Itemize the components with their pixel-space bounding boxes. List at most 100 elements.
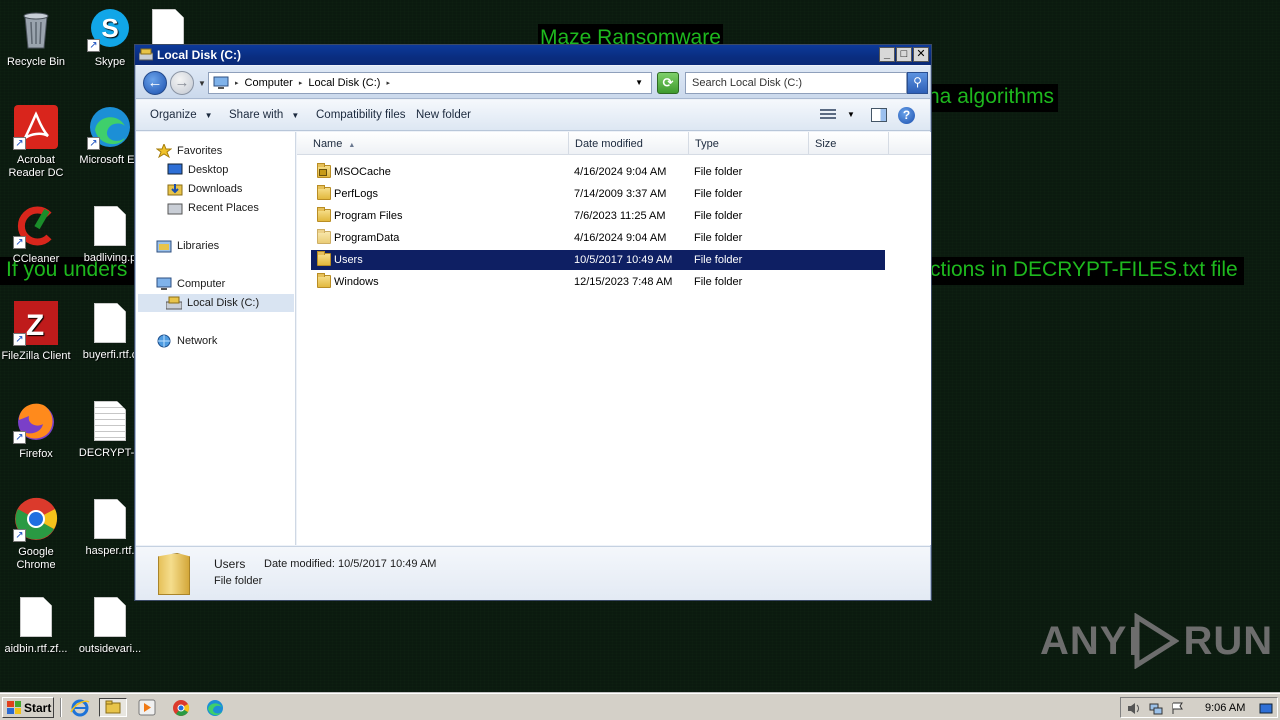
back-button[interactable]: ← (143, 71, 167, 95)
document-icon (94, 499, 126, 539)
breadcrumb-local-disk[interactable]: Local Disk (C:) (308, 77, 380, 89)
desktop-icon-outsidevari[interactable]: outsidevari... (72, 594, 148, 656)
document-icon (94, 597, 126, 637)
desktop-icon-document[interactable] (148, 6, 188, 49)
media-player-icon[interactable] (137, 698, 157, 717)
libraries-icon (156, 239, 172, 253)
action-center-flag-icon[interactable] (1171, 702, 1185, 715)
desktop-icon-recycle-bin[interactable]: Recycle Bin (0, 6, 74, 69)
edge-icon[interactable] (205, 698, 225, 717)
column-header-name[interactable]: Name ▲ (297, 132, 569, 155)
chevron-down-icon[interactable]: ▼ (847, 110, 855, 119)
change-view-icon[interactable] (818, 107, 838, 123)
column-header-label: Name (313, 138, 343, 150)
nav-favorites[interactable]: Favorites (155, 142, 222, 160)
recent-pages-dropdown-icon[interactable]: ▼ (198, 79, 206, 88)
desktop-icon-label: Acrobat Reader DC (8, 154, 64, 179)
anyrun-watermark: ANY RUN (1040, 612, 1273, 670)
breadcrumb-arrow-icon[interactable]: ▸ (386, 79, 390, 87)
nav-label: Network (177, 335, 218, 347)
nav-desktop[interactable]: Desktop (167, 161, 228, 179)
nav-computer[interactable]: Computer (156, 275, 225, 293)
document-icon (152, 9, 184, 49)
table-row[interactable]: ProgramData 4/16/2024 9:04 AM File folde… (311, 228, 885, 248)
nav-network[interactable]: Network (156, 332, 217, 350)
organize-label: Organize (150, 109, 197, 121)
table-row[interactable]: MSOCache 4/16/2024 9:04 AM File folder (311, 162, 885, 182)
desktop-icon-aidbin[interactable]: aidbin.rtf.zf... (0, 594, 74, 656)
computer-icon (156, 277, 172, 291)
watermark-text-right: RUN (1183, 618, 1274, 663)
file-date: 7/6/2023 11:25 AM (574, 210, 666, 222)
details-pane: Users Date modified: 10/5/2017 10:49 AM … (136, 546, 930, 600)
minimize-button[interactable]: _ (879, 47, 895, 62)
sort-ascending-icon: ▲ (348, 142, 356, 149)
new-folder-button[interactable]: New folder (416, 109, 471, 121)
refresh-button[interactable]: ⟳ (657, 72, 679, 94)
nav-downloads[interactable]: Downloads (167, 180, 242, 198)
computer-icon (213, 76, 229, 90)
table-row[interactable]: PerfLogs 7/14/2009 3:37 AM File folder (311, 184, 885, 204)
column-header-size[interactable]: Size (809, 132, 889, 155)
file-name: PerfLogs (334, 188, 379, 200)
internet-explorer-icon[interactable] (70, 698, 90, 717)
folder-icon (317, 185, 331, 200)
share-with-button[interactable]: Share with ▼ (229, 109, 299, 121)
shortcut-arrow-icon: ↗ (13, 236, 26, 249)
desktop-icon-filezilla[interactable]: Z ↗ FileZilla Client (0, 300, 74, 363)
taskbar-clock[interactable]: 9:06 AM (1205, 702, 1245, 714)
recycle-bin-icon (13, 6, 59, 52)
network-status-icon[interactable] (1149, 702, 1163, 715)
preview-pane-icon[interactable] (871, 108, 887, 122)
downloads-icon (167, 182, 183, 196)
show-desktop-icon[interactable] (1259, 702, 1273, 715)
file-date: 12/15/2023 7:48 AM (574, 276, 673, 288)
wallpaper-text-line2-right: ctions in DECRYPT-FILES.txt file (924, 257, 1244, 285)
shortcut-arrow-icon: ↗ (13, 137, 26, 150)
breadcrumb-arrow-icon[interactable]: ▸ (235, 79, 239, 87)
search-icon[interactable]: ⚲ (907, 72, 928, 94)
address-bar-area: ← → ▼ ▸ Computer ▸ Local Disk (C:) ▸ ▼ ⟳… (136, 66, 930, 99)
nav-local-disk[interactable]: Local Disk (C:) (138, 294, 294, 312)
start-button[interactable]: Start (2, 697, 54, 718)
compatibility-files-button[interactable]: Compatibility files (316, 109, 405, 121)
forward-button[interactable]: → (170, 71, 194, 95)
document-icon (94, 206, 126, 246)
file-name: Program Files (334, 210, 403, 222)
column-header-date-modified[interactable]: Date modified (569, 132, 689, 155)
desktop-icon-firefox[interactable]: ↗ Firefox (0, 398, 74, 461)
help-icon[interactable]: ? (898, 107, 915, 124)
network-icon (156, 334, 172, 348)
nav-libraries[interactable]: Libraries (156, 237, 219, 255)
address-dropdown-icon[interactable]: ▼ (635, 78, 643, 87)
volume-icon[interactable] (1127, 702, 1141, 715)
column-header-type[interactable]: Type (689, 132, 809, 155)
search-input[interactable]: Search Local Disk (C:) (685, 72, 907, 94)
explorer-taskbar-button[interactable] (99, 698, 127, 717)
window-titlebar[interactable]: Local Disk (C:) _ □ ✕ (135, 45, 931, 65)
maximize-button[interactable]: □ (896, 47, 912, 62)
file-type: File folder (694, 254, 743, 266)
breadcrumb-arrow-icon[interactable]: ▸ (299, 79, 303, 87)
explorer-window[interactable]: Local Disk (C:) _ □ ✕ ← → ▼ ▸ Computer ▸… (134, 44, 932, 601)
document-icon (20, 597, 52, 637)
desktop-icon-ccleaner[interactable]: ↗ CCleaner (0, 203, 74, 266)
details-type: File folder (214, 575, 263, 587)
table-row[interactable]: Windows 12/15/2023 7:48 AM File folder (311, 272, 885, 292)
details-name: Users (214, 557, 246, 571)
shortcut-arrow-icon: ↗ (87, 39, 100, 52)
file-list-pane[interactable]: Name ▲ Date modified Type Size MSOCache 4… (297, 132, 931, 545)
chrome-icon[interactable] (171, 698, 191, 717)
table-row[interactable]: Program Files 7/6/2023 11:25 AM File fol… (311, 206, 885, 226)
nav-recent-places[interactable]: Recent Places (167, 199, 259, 217)
desktop-icon-acrobat[interactable]: ↗ Acrobat Reader DC (0, 104, 74, 180)
close-button[interactable]: ✕ (913, 47, 929, 62)
nav-label: Libraries (177, 240, 220, 252)
file-date: 7/14/2009 3:37 AM (574, 188, 667, 200)
address-box[interactable]: ▸ Computer ▸ Local Disk (C:) ▸ ▼ (208, 72, 652, 94)
desktop-icon-chrome[interactable]: ↗ Google Chrome (0, 496, 74, 572)
organize-button[interactable]: Organize ▼ (150, 109, 213, 121)
table-row-selected[interactable]: Users 10/5/2017 10:49 AM File folder (311, 250, 885, 270)
nav-label: Computer (177, 278, 226, 290)
breadcrumb-computer[interactable]: Computer (245, 77, 293, 89)
